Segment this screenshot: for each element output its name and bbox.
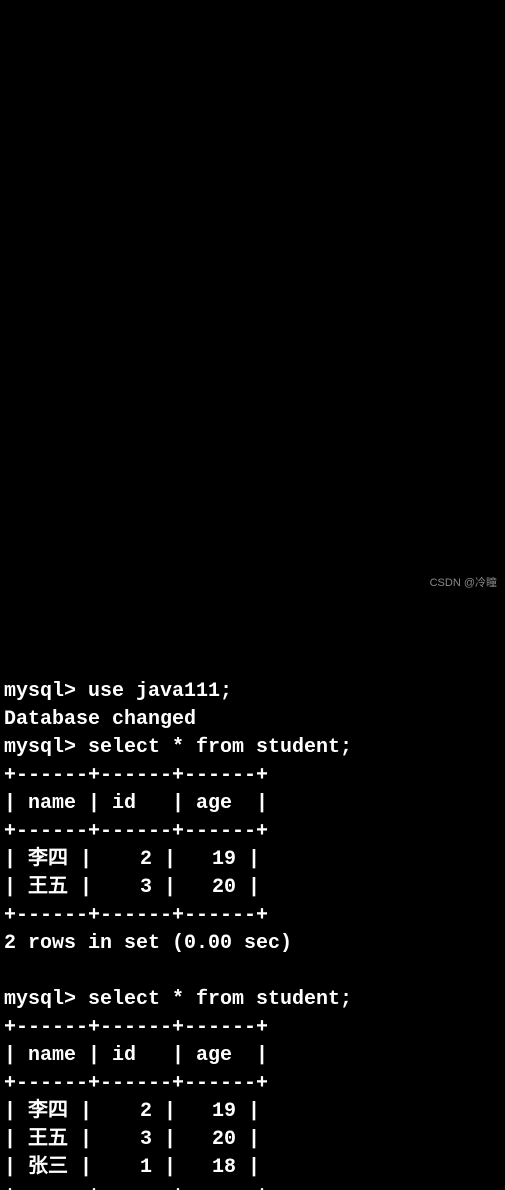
table-row: | 张三 | 1 | 18 |	[4, 1156, 260, 1179]
result-summary: 2 rows in set (0.00 sec)	[4, 932, 292, 955]
table-border: +------+------+------+	[4, 1184, 268, 1190]
table-border: +------+------+------+	[4, 1072, 268, 1095]
table-header: | name | id | age |	[4, 792, 268, 815]
output-db-changed: Database changed	[4, 708, 196, 731]
table-border: +------+------+------+	[4, 904, 268, 927]
command-select-1: mysql> select * from student;	[4, 736, 352, 759]
table-row: | 王五 | 3 | 20 |	[4, 1128, 260, 1151]
watermark: CSDN @冷瞳	[430, 576, 497, 591]
table-border: +------+------+------+	[4, 820, 268, 843]
table-row: | 李四 | 2 | 19 |	[4, 1100, 260, 1123]
table-row: | 李四 | 2 | 19 |	[4, 848, 260, 871]
table-border: +------+------+------+	[4, 1016, 268, 1039]
table-header: | name | id | age |	[4, 1044, 268, 1067]
command-select-2: mysql> select * from student;	[4, 988, 352, 1011]
table-border: +------+------+------+	[4, 764, 268, 787]
table-row: | 王五 | 3 | 20 |	[4, 876, 260, 899]
command-use: mysql> use java111;	[4, 680, 232, 703]
